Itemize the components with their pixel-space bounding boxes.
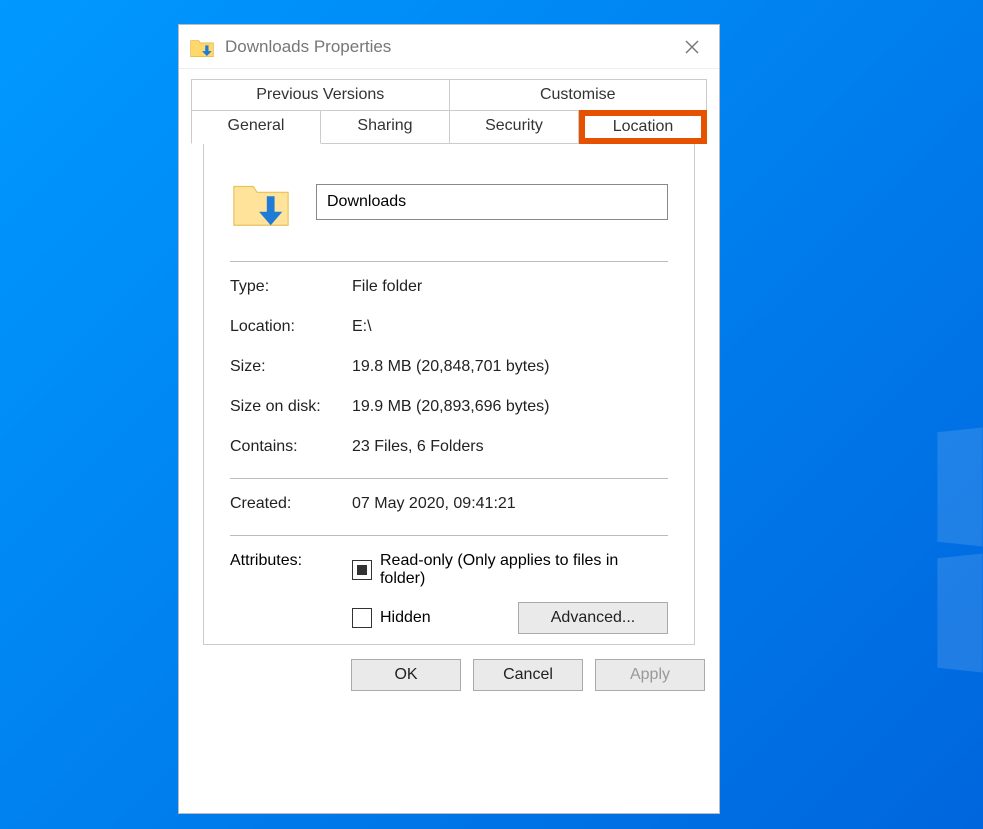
- size-value: 19.8 MB (20,848,701 bytes): [352, 358, 668, 376]
- readonly-checkbox[interactable]: [352, 560, 372, 580]
- attributes-label: Attributes:: [230, 552, 348, 570]
- contains-label: Contains:: [230, 438, 348, 456]
- tabs: Previous Versions Customise General Shar…: [179, 69, 719, 645]
- tab-location-label: Location: [613, 118, 674, 135]
- desktop-windows-logo: [935, 430, 983, 670]
- type-label: Type:: [230, 278, 348, 296]
- titlebar: Downloads Properties: [179, 25, 719, 69]
- divider: [230, 261, 668, 262]
- divider: [230, 535, 668, 536]
- location-label: Location:: [230, 318, 348, 336]
- folder-large-icon: [230, 171, 292, 233]
- highlight-annotation: Location: [579, 110, 707, 144]
- tab-customise[interactable]: Customise: [450, 79, 708, 111]
- close-icon: [685, 40, 699, 54]
- apply-button[interactable]: Apply: [595, 659, 705, 691]
- advanced-button[interactable]: Advanced...: [518, 602, 668, 634]
- size-on-disk-label: Size on disk:: [230, 398, 348, 416]
- size-on-disk-value: 19.9 MB (20,893,696 bytes): [352, 398, 668, 416]
- general-tab-content: Type: File folder Location: E:\ Size: 19…: [203, 143, 695, 645]
- contains-value: 23 Files, 6 Folders: [352, 438, 668, 456]
- divider: [230, 478, 668, 479]
- created-label: Created:: [230, 495, 348, 513]
- location-value: E:\: [352, 318, 668, 336]
- ok-button[interactable]: OK: [351, 659, 461, 691]
- folder-name-input[interactable]: [316, 184, 668, 220]
- downloads-folder-icon: [189, 34, 215, 60]
- readonly-label: Read-only (Only applies to files in fold…: [380, 552, 668, 588]
- tab-location-highlighted[interactable]: Location: [579, 110, 707, 144]
- tab-sharing[interactable]: Sharing: [321, 110, 450, 144]
- tab-previous-versions[interactable]: Previous Versions: [191, 79, 450, 111]
- properties-dialog: Downloads Properties Previous Versions C…: [178, 24, 720, 814]
- tab-security[interactable]: Security: [450, 110, 579, 144]
- type-value: File folder: [352, 278, 668, 296]
- dialog-footer: OK Cancel Apply: [179, 645, 719, 707]
- window-title: Downloads Properties: [225, 37, 677, 57]
- tab-general[interactable]: General: [191, 110, 321, 144]
- hidden-label: Hidden: [380, 609, 431, 627]
- hidden-checkbox[interactable]: [352, 608, 372, 628]
- created-value: 07 May 2020, 09:41:21: [352, 495, 668, 513]
- cancel-button[interactable]: Cancel: [473, 659, 583, 691]
- size-label: Size:: [230, 358, 348, 376]
- close-button[interactable]: [677, 32, 707, 62]
